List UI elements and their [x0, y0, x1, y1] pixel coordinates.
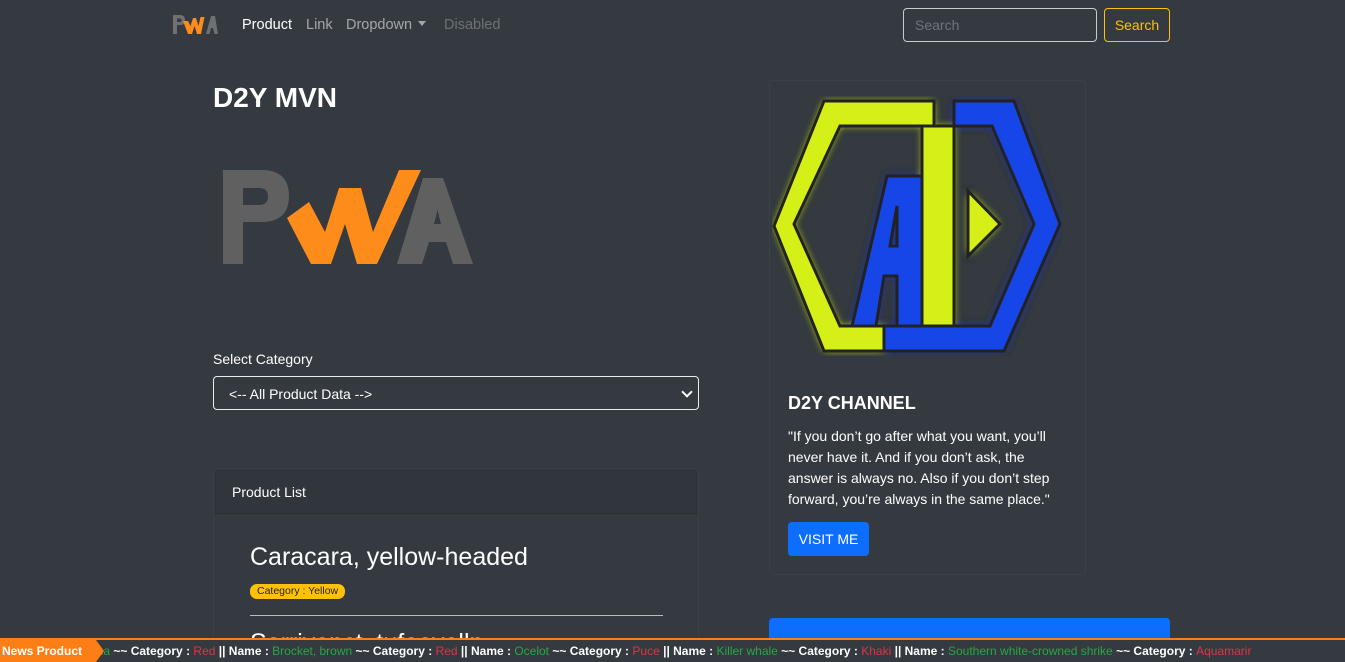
ticker-category-prefix: ~~ Category :	[1112, 644, 1197, 658]
ticker-category-value: Khaki	[861, 644, 892, 658]
top-navbar: Product Link Dropdown Disabled Search	[0, 0, 1345, 52]
ticker-category-prefix: ~~ Category :	[110, 644, 194, 658]
ticker-name-prefix: || Name :	[215, 644, 273, 658]
channel-card: D2Y CHANNEL "If you don’t go after what …	[769, 80, 1086, 575]
nav-disabled-link: Disabled	[444, 17, 501, 33]
news-ticker: News Product ana ~~ Category : Red || Na…	[0, 638, 1345, 662]
ticker-category-value: Red	[435, 644, 458, 658]
ticker-category-value: Puce	[632, 644, 660, 658]
ticker-name-prefix: || Name :	[457, 644, 515, 658]
ticker-name-prefix: || Name :	[659, 644, 717, 658]
nav-product-link[interactable]: Product	[242, 17, 292, 33]
channel-title: D2Y CHANNEL	[788, 393, 916, 413]
chevron-down-icon	[681, 386, 693, 398]
search-button[interactable]: Search	[1104, 8, 1170, 42]
ticker-category-prefix: ~~ Category :	[352, 644, 436, 658]
search-input[interactable]	[903, 8, 1097, 42]
channel-quote: "If you don’t go after what you want, yo…	[788, 428, 1050, 507]
product-name: Caracara, yellow-headed	[250, 543, 528, 571]
chevron-down-icon	[418, 21, 427, 26]
visit-me-button[interactable]: VISIT ME	[788, 522, 869, 556]
nav-dropdown-label: Dropdown	[346, 17, 413, 33]
category-select[interactable]: <-- All Product Data -->	[213, 376, 699, 410]
category-select-value: <-- All Product Data -->	[229, 386, 373, 402]
ticker-category-value: Aquamarir	[1196, 644, 1252, 658]
pwa-logo	[223, 170, 473, 264]
page-title: D2Y MVN	[213, 82, 337, 113]
ticker-label: News Product	[0, 640, 104, 662]
ticker-name-value: Ocelot	[514, 644, 550, 658]
product-list-card: Product List Caracara, yellow-headed Cat…	[213, 468, 699, 662]
ticker-name-prefix: || Name :	[891, 644, 948, 658]
ticker-category-value: Red	[193, 644, 216, 658]
product-divider	[250, 615, 663, 616]
nav-dropdown[interactable]: Dropdown	[346, 17, 427, 33]
ticker-category-prefix: ~~ Category :	[549, 644, 633, 658]
channel-logo	[772, 99, 1062, 353]
ticker-category-prefix: ~~ Category :	[777, 644, 862, 658]
select-category-label: Select Category	[213, 351, 313, 367]
product-list-header: Product List	[214, 469, 698, 514]
category-badge: Category : Yellow	[250, 584, 346, 599]
ticker-name-value: Brocket, brown	[272, 644, 353, 658]
ticker-name-value: Southern white-crowned shrike	[947, 644, 1113, 658]
nav-link-link[interactable]: Link	[306, 17, 333, 33]
ticker-name-value: Killer whale	[716, 644, 778, 658]
brand-logo[interactable]	[171, 13, 219, 37]
ticker-track: ana ~~ Category : Red || Name : Brocket,…	[90, 644, 1251, 658]
